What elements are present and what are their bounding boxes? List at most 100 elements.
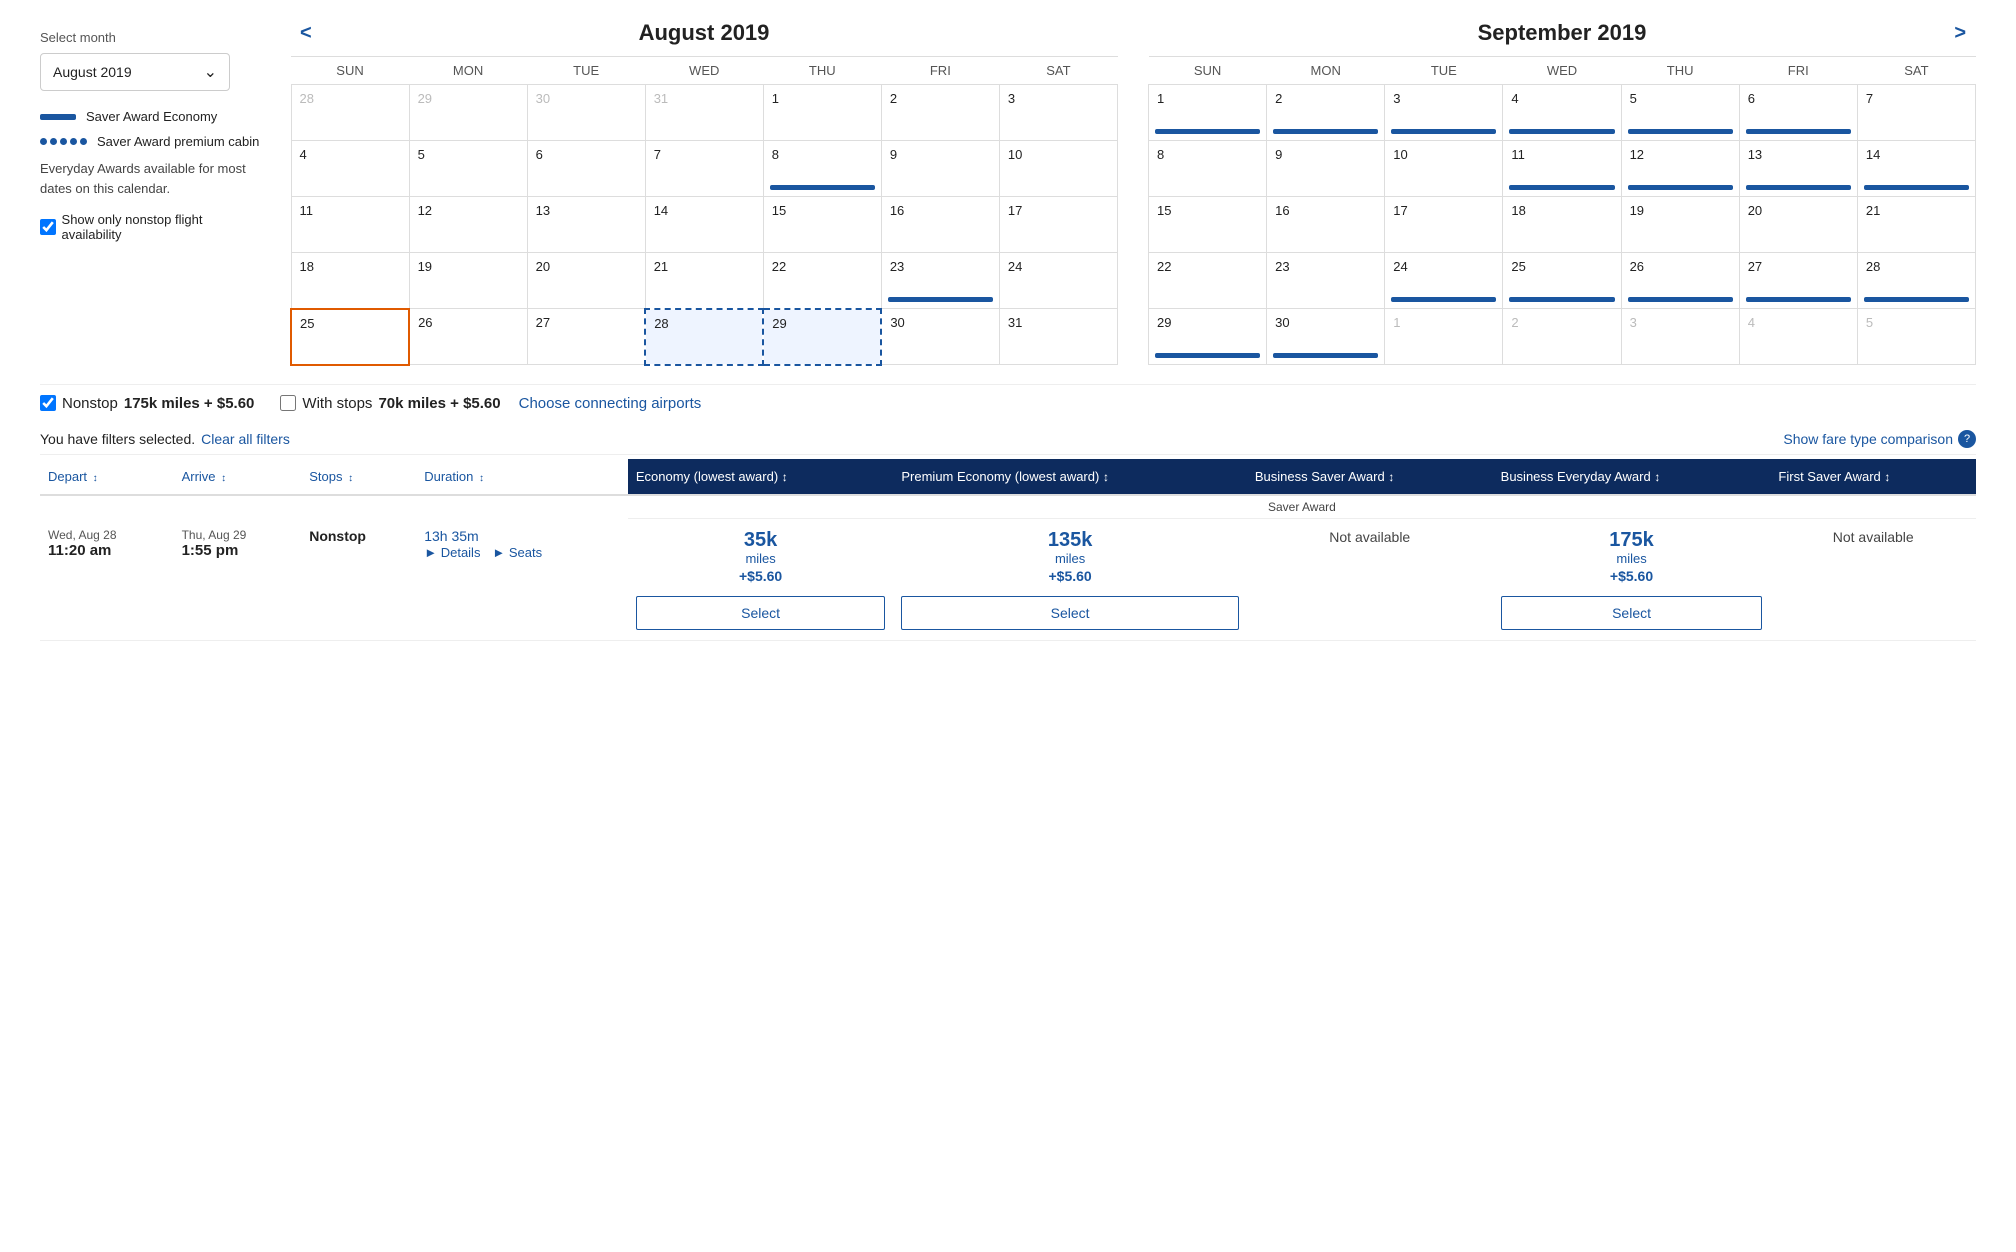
calendar-day[interactable]: 13 [1739, 141, 1857, 197]
calendar-day[interactable]: 19 [409, 253, 527, 309]
calendar-day[interactable]: 28 [1857, 253, 1975, 309]
th-premium[interactable]: Premium Economy (lowest award) ↕ [893, 459, 1246, 495]
calendar-day[interactable]: 1 [1149, 85, 1267, 141]
select-premium-button[interactable]: Select [901, 596, 1238, 630]
calendar-day[interactable]: 19 [1621, 197, 1739, 253]
clear-filters-button[interactable]: Clear all filters [201, 431, 290, 447]
business-saver-sort-icon: ↕ [1388, 470, 1394, 484]
details-link[interactable]: ► Details [424, 545, 480, 560]
nonstop-checkbox[interactable] [40, 219, 56, 235]
calendar-day[interactable]: 21 [1857, 197, 1975, 253]
calendar-day[interactable]: 25 [1503, 253, 1621, 309]
calendar-day[interactable]: 16 [1267, 197, 1385, 253]
calendar-day[interactable]: 30 [881, 309, 999, 365]
calendar-day[interactable]: 1 [763, 85, 881, 141]
seats-link[interactable]: ► Seats [492, 545, 542, 560]
month-dropdown[interactable]: August 2019 ⌄ [40, 53, 230, 91]
nonstop-filter-checkbox[interactable] [40, 395, 56, 411]
calendar-day[interactable]: 10 [1385, 141, 1503, 197]
calendar-day[interactable]: 24 [999, 253, 1117, 309]
calendar-day[interactable]: 14 [1857, 141, 1975, 197]
calendar-day[interactable]: 28 [645, 309, 763, 365]
calendar-day[interactable]: 15 [763, 197, 881, 253]
calendar-day[interactable]: 24 [1385, 253, 1503, 309]
legend-saver-economy-label: Saver Award Economy [86, 109, 217, 124]
calendar-day[interactable]: 27 [527, 309, 645, 365]
calendar-day[interactable]: 11 [1503, 141, 1621, 197]
calendar-day[interactable]: 20 [1739, 197, 1857, 253]
calendar-day[interactable]: 23 [1267, 253, 1385, 309]
calendar-day[interactable]: 4 [1503, 85, 1621, 141]
calendar-day[interactable]: 17 [1385, 197, 1503, 253]
calendar-day[interactable]: 4 [291, 141, 409, 197]
arrive-sort-icon: ↕ [221, 473, 226, 484]
fare-comparison-link[interactable]: Show fare type comparison ? [1783, 430, 1976, 448]
calendar-day[interactable]: 3 [1385, 85, 1503, 141]
th-economy[interactable]: Economy (lowest award) ↕ [628, 459, 894, 495]
th-arrive[interactable]: Arrive ↕ [174, 459, 302, 495]
calendar-day[interactable]: 29 [763, 309, 881, 365]
calendar-day[interactable]: 20 [527, 253, 645, 309]
th-stops[interactable]: Stops ↕ [301, 459, 416, 495]
calendar-day[interactable]: 27 [1739, 253, 1857, 309]
calendar-day[interactable]: 7 [645, 141, 763, 197]
calendar-day[interactable]: 26 [1621, 253, 1739, 309]
select-business-everyday-button[interactable]: Select [1501, 596, 1763, 630]
calendar-day[interactable]: 25 [291, 309, 409, 365]
calendar-day[interactable]: 5 [409, 141, 527, 197]
calendar-day[interactable]: 16 [881, 197, 999, 253]
calendar-day[interactable]: 4 [1739, 309, 1857, 365]
calendar-day[interactable]: 5 [1857, 309, 1975, 365]
calendar-day[interactable]: 8 [1149, 141, 1267, 197]
th-business-everyday[interactable]: Business Everyday Award ↕ [1493, 459, 1771, 495]
th-first-saver[interactable]: First Saver Award ↕ [1770, 459, 1976, 495]
prev-month-button[interactable]: < [290, 18, 322, 49]
calendar-week-row: 891011121314 [1149, 141, 1976, 197]
calendar-day[interactable]: 13 [527, 197, 645, 253]
calendar-day[interactable]: 6 [527, 141, 645, 197]
next-month-button[interactable]: > [1944, 18, 1976, 49]
calendar-day[interactable]: 6 [1739, 85, 1857, 141]
calendar-day[interactable]: 1 [1385, 309, 1503, 365]
with-stops-checkbox[interactable] [280, 395, 296, 411]
calendar-day[interactable]: 28 [291, 85, 409, 141]
calendar-day[interactable]: 21 [645, 253, 763, 309]
calendar-day[interactable]: 12 [1621, 141, 1739, 197]
calendar-day[interactable]: 5 [1621, 85, 1739, 141]
th-business-saver[interactable]: Business Saver Award ↕ [1247, 459, 1493, 495]
calendar-day[interactable]: 17 [999, 197, 1117, 253]
choose-airports-link[interactable]: Choose connecting airports [519, 395, 702, 412]
calendar-day[interactable]: 22 [1149, 253, 1267, 309]
calendar-day[interactable]: 9 [881, 141, 999, 197]
calendar-day[interactable]: 22 [763, 253, 881, 309]
th-duration[interactable]: Duration ↕ [416, 459, 628, 495]
calendar-day[interactable]: 26 [409, 309, 527, 365]
select-economy-button[interactable]: Select [636, 596, 886, 630]
calendar-day[interactable]: 23 [881, 253, 999, 309]
th-depart[interactable]: Depart ↕ [40, 459, 174, 495]
calendar-day[interactable]: 31 [999, 309, 1117, 365]
calendar-day[interactable]: 30 [527, 85, 645, 141]
calendar-day[interactable]: 29 [1149, 309, 1267, 365]
calendar-day[interactable]: 31 [645, 85, 763, 141]
calendar-day[interactable]: 2 [881, 85, 999, 141]
calendar-day[interactable]: 29 [409, 85, 527, 141]
calendar-day[interactable]: 2 [1503, 309, 1621, 365]
calendar-day[interactable]: 18 [1503, 197, 1621, 253]
calendar-day[interactable]: 10 [999, 141, 1117, 197]
calendar-day[interactable]: 12 [409, 197, 527, 253]
calendar-day[interactable]: 15 [1149, 197, 1267, 253]
calendar-day[interactable]: 9 [1267, 141, 1385, 197]
calendar-day[interactable]: 3 [1621, 309, 1739, 365]
calendar-day[interactable]: 2 [1267, 85, 1385, 141]
calendar-day[interactable]: 7 [1857, 85, 1975, 141]
calendar-day[interactable]: 18 [291, 253, 409, 309]
calendar-day[interactable]: 14 [645, 197, 763, 253]
calendar-day[interactable]: 3 [999, 85, 1117, 141]
nonstop-checkbox-label[interactable]: Show only nonstop flight availability [40, 212, 260, 242]
calendar-day[interactable]: 30 [1267, 309, 1385, 365]
calendar-day[interactable]: 8 [763, 141, 881, 197]
calendar-day[interactable]: 11 [291, 197, 409, 253]
nonstop-option[interactable]: Nonstop 175k miles + $5.60 [40, 395, 254, 412]
with-stops-option[interactable]: With stops 70k miles + $5.60 [280, 395, 500, 412]
